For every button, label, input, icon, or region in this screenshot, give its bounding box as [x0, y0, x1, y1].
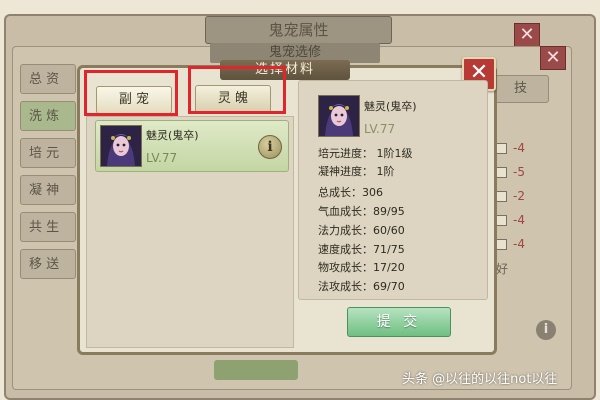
pet-card[interactable]: 魅灵(鬼卒) LV.77 i [95, 120, 289, 172]
detail-line: 法攻成长：69/70 [318, 280, 405, 293]
background-close-button[interactable]: ✕ [514, 23, 540, 47]
submit-button[interactable]: 提 交 [347, 307, 451, 337]
background-skill-button[interactable]: 技 [492, 75, 549, 103]
pet-portrait-icon [319, 96, 359, 136]
detail-line: 凝神进度： 1阶 [318, 165, 395, 178]
pet-avatar [100, 125, 142, 167]
bg-stat-row: -2 [496, 184, 536, 208]
background-text: 好 [496, 262, 509, 276]
detail-level: LV.77 [364, 122, 396, 136]
highlight-box [188, 66, 286, 114]
stat-value: -4 [513, 141, 525, 155]
detail-line: 法力成长：60/60 [318, 224, 405, 237]
background-sub-close-button[interactable]: ✕ [540, 46, 566, 70]
detail-line: 速度成长：71/75 [318, 243, 405, 256]
checkbox[interactable] [496, 142, 507, 154]
background-left-tabs: 总 资 洗 炼 培 元 凝 神 共 生 移 送 [20, 64, 84, 286]
bg-stat-row: -4 [496, 232, 536, 256]
bg-tab-3[interactable]: 凝 神 [20, 175, 76, 205]
close-icon: ✕ [519, 24, 535, 45]
watermark: 头条 @以往的以往not以往 [402, 372, 558, 387]
bg-tab-4[interactable]: 共 生 [20, 212, 76, 242]
checkbox[interactable] [496, 166, 507, 178]
checkbox[interactable] [496, 238, 507, 250]
background-bottom-button[interactable] [214, 360, 298, 380]
highlight-box [84, 70, 178, 116]
bg-stat-row: -4 [496, 208, 536, 232]
pet-portrait-icon [101, 126, 141, 166]
stat-value: -5 [513, 165, 525, 179]
close-icon: ✕ [545, 47, 561, 68]
pet-level: LV.77 [146, 151, 178, 165]
bg-tab-5[interactable]: 移 送 [20, 249, 76, 279]
bg-stat-row: -5 [496, 160, 536, 184]
detail-name: 魅灵(鬼卒) [364, 100, 417, 113]
bg-tab-2[interactable]: 培 元 [20, 138, 76, 168]
bg-stat-row: -4 [496, 136, 536, 160]
background-title: 鬼宠属性 [205, 16, 392, 44]
info-icon[interactable]: i [536, 320, 556, 340]
bg-tab-1[interactable]: 洗 炼 [20, 101, 76, 131]
bg-tab-0[interactable]: 总 资 [20, 64, 76, 94]
game-scene: 鬼宠属性 ✕ 鬼宠选修 ✕ 总 资 洗 炼 培 元 凝 神 共 生 移 送 技 … [0, 0, 600, 400]
detail-avatar [318, 95, 360, 137]
detail-line: 总成长：306 [318, 186, 383, 199]
info-icon[interactable]: i [258, 135, 282, 159]
checkbox[interactable] [496, 214, 507, 226]
stat-value: -4 [513, 213, 525, 227]
detail-line: 培元进度： 1阶1级 [318, 147, 413, 160]
stat-value: -2 [513, 189, 525, 203]
stat-value: -4 [513, 237, 525, 251]
detail-line: 物攻成长：17/20 [318, 261, 405, 274]
pet-name: 魅灵(鬼卒) [146, 129, 199, 142]
detail-line: 气血成长：89/95 [318, 205, 405, 218]
checkbox[interactable] [496, 190, 507, 202]
background-stat-list: -4 -5 -2 -4 -4 [496, 136, 536, 256]
